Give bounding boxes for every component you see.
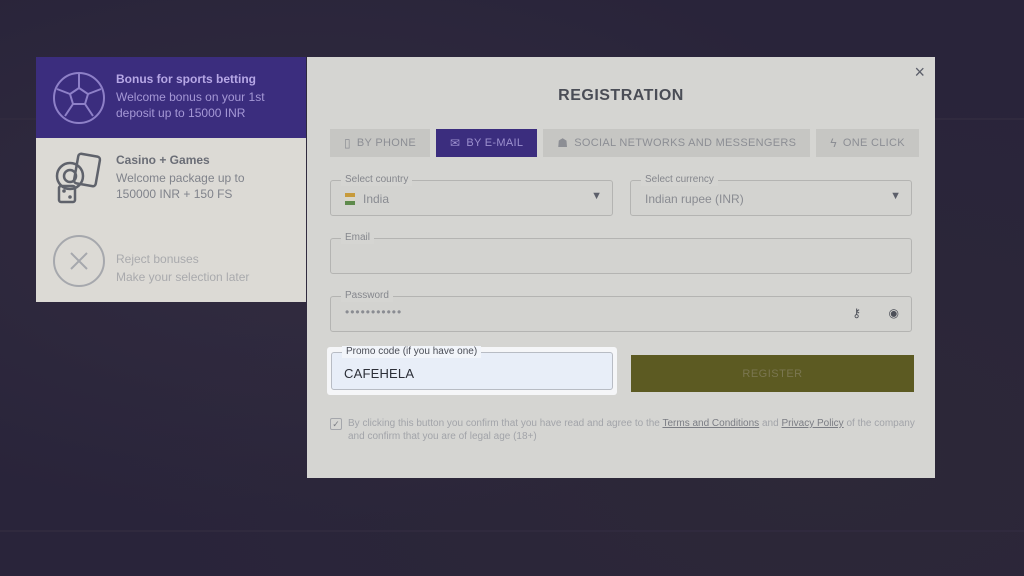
bonus-option-casino[interactable]: Casino + Games Welcome package up to 150… bbox=[36, 138, 306, 220]
tab-social-networks[interactable]: ☗ SOCIAL NETWORKS AND MESSENGERS bbox=[543, 129, 811, 157]
group-icon: ☗ bbox=[557, 136, 569, 150]
password-value: ••••••••••• bbox=[345, 305, 403, 319]
bonus-description: 150000 INR + 150 FS bbox=[116, 187, 233, 201]
privacy-link[interactable]: Privacy Policy bbox=[781, 418, 843, 429]
lightning-icon: ϟ bbox=[830, 136, 837, 150]
bonus-title: Reject bonuses bbox=[116, 252, 199, 266]
close-icon[interactable]: × bbox=[914, 63, 925, 81]
promo-code-highlight: Promo code (if you have one) CAFEHELA bbox=[327, 346, 617, 395]
terms-link[interactable]: Terms and Conditions bbox=[662, 418, 759, 429]
modal-title: REGISTRATION bbox=[558, 87, 684, 104]
email-field[interactable]: Email bbox=[330, 232, 912, 274]
bonus-option-sports[interactable]: Bonus for sports betting Welcome bonus o… bbox=[36, 57, 306, 138]
bonus-title: Bonus for sports betting bbox=[116, 72, 256, 86]
tab-label: SOCIAL NETWORKS AND MESSENGERS bbox=[574, 137, 797, 149]
tab-by-phone[interactable]: ▯ BY PHONE bbox=[330, 129, 430, 157]
country-value: India bbox=[363, 192, 390, 206]
bonus-description: Make your selection later bbox=[116, 270, 250, 284]
currency-select[interactable]: Select currency Indian rupee (INR) ▼ bbox=[630, 174, 912, 216]
field-label: Promo code (if you have one) bbox=[342, 346, 482, 358]
india-flag-icon bbox=[345, 193, 355, 205]
bonus-description: Welcome bonus on your 1st bbox=[116, 90, 265, 104]
agree-checkbox[interactable]: ✓ bbox=[330, 418, 342, 430]
reject-x-icon bbox=[50, 232, 108, 290]
country-value-wrapper: India bbox=[345, 192, 389, 206]
promo-code-value: CAFEHELA bbox=[344, 366, 415, 381]
eye-slash-icon[interactable]: ◉ bbox=[889, 306, 899, 320]
chevron-down-icon: ▼ bbox=[591, 190, 602, 202]
casino-chips-cards-icon bbox=[50, 150, 108, 208]
bonus-description: Welcome package up to bbox=[116, 171, 245, 185]
key-icon[interactable]: ⚷ bbox=[852, 306, 861, 320]
terms-prefix: By clicking this button you confirm that… bbox=[348, 418, 660, 429]
terms-text: By clicking this button you confirm that… bbox=[348, 417, 916, 443]
field-label: Password bbox=[341, 290, 393, 302]
envelope-icon: ✉ bbox=[449, 136, 461, 150]
country-select[interactable]: Select country India ▼ bbox=[330, 174, 613, 216]
soccer-ball-icon bbox=[50, 69, 108, 127]
registration-method-tabs: ▯ BY PHONE ✉ BY E-MAIL ☗ SOCIAL NETWORKS… bbox=[330, 129, 919, 157]
phone-icon: ▯ bbox=[344, 136, 351, 150]
terms-and: and bbox=[761, 418, 779, 429]
bonus-panel: Bonus for sports betting Welcome bonus o… bbox=[36, 57, 306, 302]
tab-label: BY E-MAIL bbox=[466, 137, 524, 149]
tab-by-email[interactable]: ✉ BY E-MAIL bbox=[435, 129, 538, 157]
tab-label: ONE CLICK bbox=[842, 137, 905, 149]
bonus-description: deposit up to 15000 INR bbox=[116, 106, 246, 120]
chevron-down-icon: ▼ bbox=[890, 190, 901, 202]
password-field[interactable]: Password ••••••••••• ⚷ ◉ bbox=[330, 290, 912, 332]
terms-agreement: ✓ By clicking this button you confirm th… bbox=[330, 417, 916, 443]
tab-label: BY PHONE bbox=[356, 137, 416, 149]
field-label: Select country bbox=[341, 174, 413, 186]
tab-one-click[interactable]: ϟ ONE CLICK bbox=[816, 129, 919, 157]
background-divider bbox=[0, 530, 1024, 532]
register-button[interactable]: REGISTER bbox=[631, 355, 914, 392]
promo-code-field[interactable]: Promo code (if you have one) CAFEHELA bbox=[331, 346, 613, 390]
bonus-title: Casino + Games bbox=[116, 153, 210, 167]
bonus-option-reject[interactable]: Reject bonuses Make your selection later bbox=[36, 220, 306, 302]
field-label: Email bbox=[341, 232, 375, 244]
field-label: Select currency bbox=[641, 174, 718, 186]
currency-value: Indian rupee (INR) bbox=[645, 192, 744, 206]
